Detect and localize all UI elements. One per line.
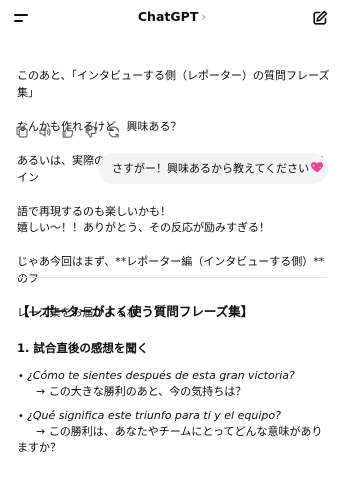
subsection-heading: 1. 試合直後の感想を聞く	[17, 341, 149, 355]
bullet-marker: •	[18, 371, 24, 382]
horizontal-divider	[17, 277, 327, 278]
japanese-translation: → この勝利は、あなたやチームにとってどんな意味があり	[36, 425, 323, 438]
message-actions	[15, 124, 135, 140]
copy-icon[interactable]	[15, 124, 29, 138]
message-line: このあと、「インタビューする側（レポーター）の質問フレーズ集」	[17, 69, 330, 99]
japanese-translation: → この大きな勝利のあと、今の気持ちは？	[36, 385, 247, 398]
speaker-icon[interactable]	[38, 124, 52, 138]
compose-icon[interactable]	[311, 9, 329, 27]
spanish-phrase: ¿Qué significa este triunfo para ti y el…	[27, 409, 281, 422]
message-line: じゃあ今回はまず、**レポーター編（インタビューする側）**のフ	[17, 255, 325, 285]
thumbs-up-icon[interactable]	[61, 124, 75, 138]
bullet-marker: •	[18, 411, 24, 422]
sparkling-heart-icon	[310, 154, 324, 173]
chevron-right-icon: ›	[201, 10, 207, 24]
regenerate-icon[interactable]	[107, 124, 121, 138]
section-heading: 【レポーターがよく使う質問フレーズ集】	[17, 304, 254, 319]
spanish-phrase: ¿Cómo te sientes después de esta gran vi…	[27, 369, 295, 382]
top-bar: ChatGPT ›	[0, 0, 344, 36]
user-message-bubble: さすがー！興味あるから教えてください	[98, 153, 328, 184]
model-selector[interactable]: ChatGPT ›	[0, 9, 344, 24]
user-message-text: さすがー！興味あるから教えてください	[112, 162, 310, 175]
thumbs-down-icon[interactable]	[84, 124, 98, 138]
app-title: ChatGPT	[137, 9, 199, 24]
japanese-translation-continued: ますか？	[17, 441, 61, 454]
message-line: 嬉しい〜！！ありがとう、その反応が励みすぎる！	[17, 221, 270, 234]
